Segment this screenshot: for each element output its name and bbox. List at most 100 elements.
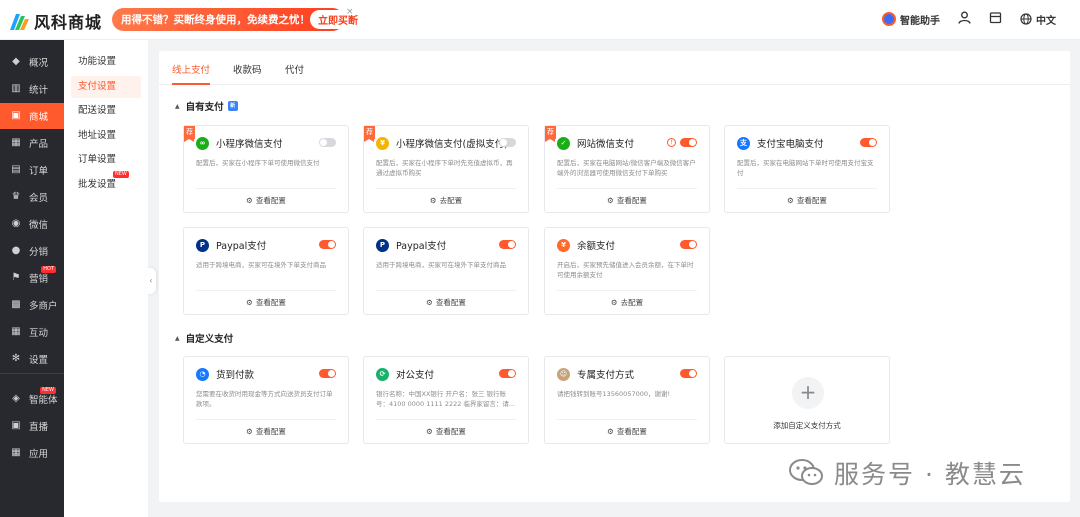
configure-button[interactable]: ⚙ 查看配置	[545, 195, 709, 206]
submenu-item-2[interactable]: 配送设置	[71, 100, 141, 122]
buyout-button[interactable]: 立即买断	[310, 10, 366, 29]
promo-banner[interactable]: 用得不错？买断终身使用，免续费之忧！ 立即买断	[112, 8, 366, 31]
payment-method-title: 专属支付方式	[577, 370, 635, 381]
configure-label: 查看配置	[796, 196, 827, 205]
payment-method-icon: ⟳	[376, 367, 389, 381]
config-icon: ⚙	[607, 196, 614, 205]
submenu-item-5[interactable]: 批发设置 NEW	[71, 171, 141, 196]
sidebar-item-label: 会员	[29, 193, 49, 204]
store-icon[interactable]	[989, 11, 1002, 27]
card-header: ◔ 货到付款	[196, 367, 254, 381]
new-badge-icon: 新	[227, 101, 238, 111]
smart-assistant-button[interactable]: 智能助手	[882, 12, 940, 27]
collapse-sidebar-button[interactable]: ‹	[146, 268, 156, 294]
card-header: ✓ 网站微信支付	[557, 136, 634, 150]
payment-method-title: Paypal支付	[216, 241, 267, 252]
tab-online-payment[interactable]: 线上支付	[172, 62, 211, 85]
enable-toggle[interactable]	[680, 240, 697, 249]
config-icon: ⚙	[426, 298, 433, 307]
configure-button[interactable]: ⚙ 查看配置	[725, 195, 889, 206]
language-switcher[interactable]: 中文	[1020, 12, 1056, 27]
payment-method-description: 配置后，买家在电脑网站下单时可使用支付宝支付	[737, 159, 874, 177]
payment-method-description: 配置后，买家在电脑网站/微信客户端及微信客户端外的浏览器可使用微信支付下单购买	[557, 159, 696, 177]
card-header: 支支付宝电脑支付	[737, 136, 824, 150]
add-custom-payment-label: 添加自定义支付方式	[773, 421, 841, 430]
sidebar-item-5[interactable]: ♛ 会员	[0, 184, 64, 210]
payment-method-icon: P	[376, 238, 389, 252]
flag-icon: ⚑	[11, 272, 21, 283]
tab-proxy-pay[interactable]: 代付	[285, 62, 304, 85]
configure-button[interactable]: ⚙ 查看配置	[364, 426, 528, 437]
card-divider	[557, 290, 697, 291]
configure-button[interactable]: ⚙ 去配置	[545, 297, 709, 308]
sidebar-item-3[interactable]: ▦ 产品	[0, 130, 64, 156]
section-custom-payment[interactable]: ▲ 自定义支付	[175, 331, 233, 345]
configure-button[interactable]: ⚙ 去配置	[364, 195, 528, 206]
sidebar-item-6[interactable]: ◉ 微信	[0, 211, 64, 237]
configure-button[interactable]: ⚙ 查看配置	[364, 297, 528, 308]
sidebar-item-10[interactable]: ▦ 互动	[0, 319, 64, 345]
submenu-item-label: 支付设置	[78, 81, 117, 92]
add-custom-payment-card[interactable]: + 添加自定义支付方式	[724, 356, 890, 444]
sidebar-item-label: 互动	[29, 328, 49, 339]
warning-icon[interactable]: !	[667, 138, 676, 147]
section-own-payment[interactable]: ▲ 自有支付 新	[175, 99, 238, 113]
sidebar-item-9[interactable]: ▩ 多商户	[0, 292, 64, 318]
enable-toggle[interactable]	[499, 240, 516, 249]
submenu-item-label: 批发设置	[78, 179, 117, 190]
sidebar-item-label: 多商户	[29, 301, 58, 312]
crown-icon: ♛	[11, 191, 21, 202]
watermark-text: 服务号 · 教慧云	[834, 460, 1026, 489]
payment-method-icon: P	[196, 238, 209, 252]
sidebar-item-14[interactable]: ▦ 应用	[0, 440, 64, 466]
sidebar-item-8[interactable]: ⚑ 营销 HOT	[0, 265, 64, 291]
payment-card: 荐 ∞ 小程序微信支付 配置后，买家在小程序下单可使用微信支付 ⚙ 查看配置	[183, 125, 349, 213]
config-icon: ⚙	[426, 427, 433, 436]
sidebar-item-12[interactable]: ◈ 智能体 NEW	[0, 386, 64, 412]
recommend-tag: 荐	[364, 126, 375, 142]
submenu-item-0[interactable]: 功能设置	[71, 51, 141, 73]
enable-toggle[interactable]	[499, 369, 516, 378]
submenu-item-label: 功能设置	[78, 56, 117, 67]
configure-button[interactable]: ⚙ 查看配置	[545, 426, 709, 437]
user-icon[interactable]	[958, 11, 971, 27]
sidebar-item-7[interactable]: ● 分销	[0, 238, 64, 264]
sidebar-item-label: 营销	[29, 274, 49, 285]
configure-label: 查看配置	[616, 427, 647, 436]
logo-text: 风科商城	[34, 13, 103, 32]
configure-button[interactable]: ⚙ 查看配置	[184, 297, 348, 308]
card-header: P Paypal支付	[196, 238, 266, 252]
enable-toggle[interactable]	[860, 138, 877, 147]
payment-method-icon: ¥	[557, 238, 570, 252]
configure-button[interactable]: ⚙ 查看配置	[184, 426, 348, 437]
payment-method-title: 网站微信支付	[577, 139, 635, 150]
enable-toggle[interactable]	[319, 138, 336, 147]
tv-icon: ▣	[11, 420, 21, 431]
sidebar-item-0[interactable]: ◆ 概况	[0, 49, 64, 75]
enable-toggle[interactable]	[680, 369, 697, 378]
card-divider	[196, 290, 336, 291]
tab-payment-code[interactable]: 收款码	[233, 62, 262, 85]
configure-button[interactable]: ⚙ 查看配置	[184, 195, 348, 206]
card-divider	[557, 188, 697, 189]
configure-label: 查看配置	[255, 427, 286, 436]
sidebar-item-1[interactable]: ▥ 统计	[0, 76, 64, 102]
enable-toggle[interactable]	[499, 138, 516, 147]
enable-toggle[interactable]	[319, 240, 336, 249]
submenu-item-1[interactable]: 支付设置	[71, 76, 141, 98]
sidebar-item-2[interactable]: ▣ 商城	[0, 103, 64, 129]
enable-toggle[interactable]	[680, 138, 697, 147]
payment-card: 荐 ✓ 网站微信支付! 配置后，买家在电脑网站/微信客户端及微信客户端外的浏览器可使用…	[544, 125, 710, 213]
submenu-item-3[interactable]: 地址设置	[71, 125, 141, 147]
payment-card: 支支付宝电脑支付配置后，买家在电脑网站下单时可使用支付宝支付 ⚙ 查看配置	[724, 125, 890, 213]
brand-logo[interactable]: 风科商城	[8, 9, 102, 33]
sidebar-item-label: 产品	[29, 139, 49, 150]
submenu-item-4[interactable]: 订单设置	[71, 149, 141, 171]
card-header: ⟳ 对公支付	[376, 367, 434, 381]
sidebar-item-4[interactable]: ▤ 订单	[0, 157, 64, 183]
card-divider	[376, 419, 516, 420]
enable-toggle[interactable]	[319, 369, 336, 378]
sidebar-item-11[interactable]: ✻ 设置	[0, 346, 64, 372]
promo-close-icon[interactable]: ×	[346, 7, 354, 17]
sidebar-item-13[interactable]: ▣ 直播	[0, 413, 64, 439]
